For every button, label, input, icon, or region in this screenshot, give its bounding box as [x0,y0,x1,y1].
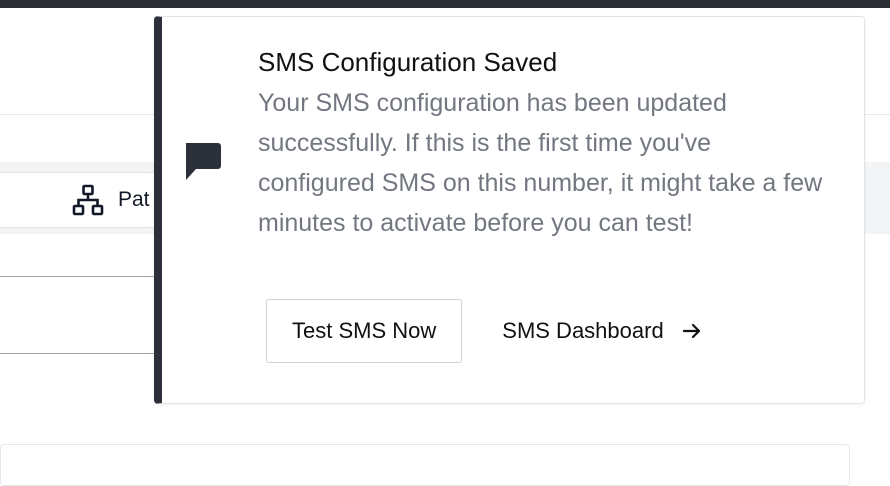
toast-title: SMS Configuration Saved [258,47,558,77]
chat-bubble-icon [182,141,222,185]
toast-content: SMS Configuration Saved Your SMS configu… [258,45,828,243]
background-tab-label: Pat [118,188,150,211]
sms-saved-toast: SMS Configuration Saved Your SMS configu… [154,16,865,404]
background-tab[interactable]: Pat [72,184,150,216]
test-sms-now-button[interactable]: Test SMS Now [266,299,463,363]
toast-message: Your SMS configuration has been updated … [258,89,823,237]
background-divider [0,276,170,277]
sms-dashboard-link-label: SMS Dashboard [502,318,664,343]
background-card [0,444,850,486]
toast-actions: Test SMS Now SMS Dashboard [266,299,702,363]
sms-dashboard-link[interactable]: SMS Dashboard [502,318,701,344]
background-divider [0,353,170,354]
sitemap-icon [72,184,104,216]
arrow-right-icon [682,321,702,341]
window-top-bar [0,0,890,8]
